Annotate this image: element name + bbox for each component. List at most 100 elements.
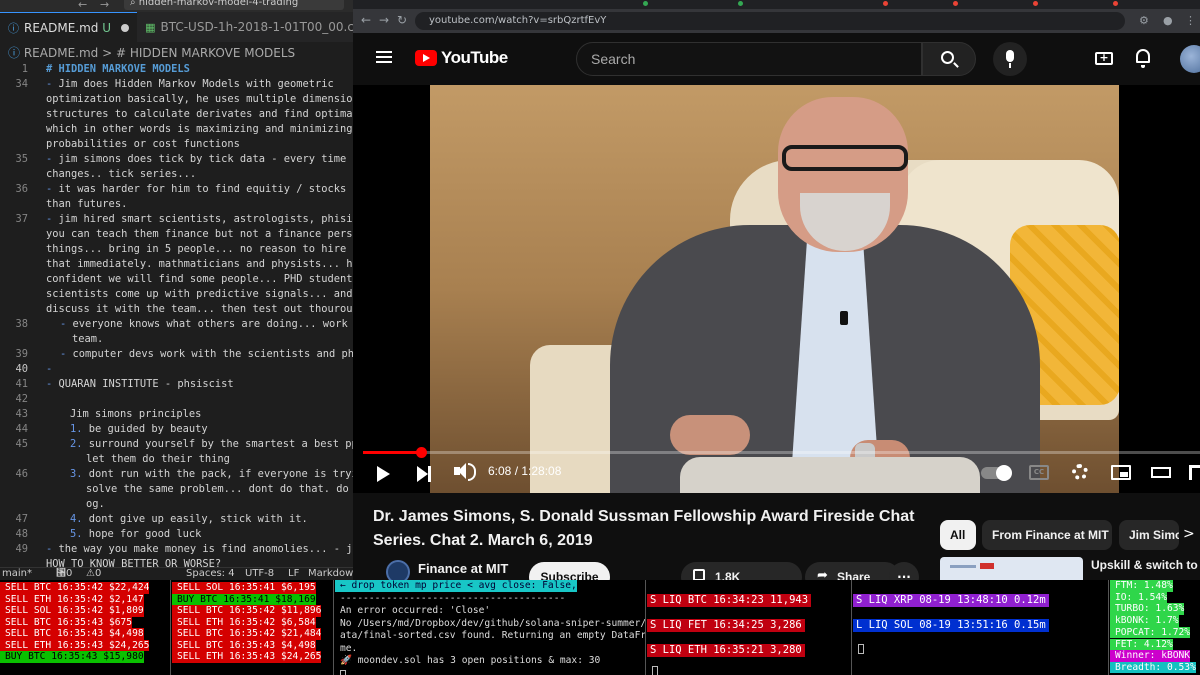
code-line[interactable]: 39 - computer devs work with the scientis…: [0, 347, 353, 362]
code-line[interactable]: you can teach them finance but not a fin…: [0, 227, 353, 242]
line-endings[interactable]: LF: [288, 568, 299, 579]
branch-indicator[interactable]: main*: [2, 568, 32, 579]
code-line[interactable]: than futures.: [0, 197, 353, 212]
code-area[interactable]: 1 # HIDDEN MARKOVE MODELS 34 - Jim does Hid…: [0, 62, 353, 567]
video-player[interactable]: [353, 85, 1200, 493]
code-line[interactable]: 49 - the way you make money is find anomo…: [0, 542, 353, 557]
terminal-breadth[interactable]: FTM: 1.48% IO: 1.54% TURBO: 1.63% kBONK: 1.…: [1110, 580, 1200, 675]
channel-avatar[interactable]: [386, 560, 410, 580]
encoding[interactable]: UTF-8: [245, 568, 274, 579]
next-video-icon[interactable]: [417, 466, 431, 482]
tab-readme[interactable]: ⓘ README.md U: [0, 12, 138, 42]
breadcrumb-heading[interactable]: # HIDDEN MARKOVE MODELS: [116, 46, 295, 60]
terminal-bot-log[interactable]: ← drop token mp price < avg close: False…: [335, 580, 646, 675]
code-line[interactable]: probabilities or cost functions: [0, 137, 353, 152]
code-line[interactable]: things... bring in 5 people... no reason…: [0, 242, 353, 257]
theater-mode-icon[interactable]: [1151, 467, 1171, 478]
like-button[interactable]: 1.8K: [681, 562, 802, 580]
code-line[interactable]: changes.. tick series...: [0, 167, 353, 182]
progress-scrubber[interactable]: [416, 447, 427, 458]
tab-favicon-icon[interactable]: [1113, 1, 1118, 6]
subscribe-button[interactable]: Subscribe: [529, 562, 610, 580]
back-arrow-icon[interactable]: ←: [78, 0, 87, 11]
voice-search-button[interactable]: [993, 42, 1027, 76]
code-line[interactable]: which in other words is maximizing and m…: [0, 122, 353, 137]
create-video-icon[interactable]: +: [1095, 52, 1113, 65]
channel-name[interactable]: Finance at MIT: [418, 561, 508, 576]
code-line[interactable]: HOW TO KNOW BETTER OR WORSE?: [0, 557, 353, 567]
code-line[interactable]: let them do their thing: [0, 452, 353, 467]
code-line[interactable]: discuss it with the team... then test ou…: [0, 302, 353, 317]
more-actions-button[interactable]: ...: [889, 562, 919, 580]
profile-icon[interactable]: ●: [1163, 14, 1173, 27]
code-line[interactable]: scientists come up with predictive signa…: [0, 287, 353, 302]
url-field[interactable]: youtube.com/watch?v=srbQzrtfEvY: [415, 12, 1125, 30]
notifications-bell-icon[interactable]: [1136, 49, 1150, 68]
forward-icon[interactable]: →: [379, 13, 389, 27]
code-line[interactable]: 40 -: [0, 362, 353, 377]
tab-csv[interactable]: ▦ BTC-USD-1h-2018-1-01T00_00.csv: [137, 12, 353, 42]
breadcrumb-file[interactable]: README.md: [24, 46, 98, 60]
volume-icon[interactable]: [454, 463, 476, 481]
terminal-liquidations-1[interactable]: S LIQ BTC 16:34:23 11,943 S LIQ FET 16:34…: [647, 580, 852, 675]
browser-tab-strip[interactable]: [353, 0, 1200, 9]
share-button[interactable]: ➦ Share: [805, 562, 900, 580]
code-line[interactable]: 42: [0, 392, 353, 407]
terminal-liquidations-2[interactable]: S LIQ XRP 08-19 13:48:10 0.12m L LIQ SOL …: [853, 580, 1109, 675]
code-line[interactable]: 37 - jim hired smart scientists, astrolog…: [0, 212, 353, 227]
search-button[interactable]: [922, 42, 976, 76]
code-line[interactable]: 36 - it was harder for him to find equiti…: [0, 182, 353, 197]
code-line[interactable]: 35 - jim simons does tick by tick data - …: [0, 152, 353, 167]
language-mode[interactable]: Markdown: [308, 568, 353, 579]
code-line[interactable]: 47 4. dont give up easily, stick with it.: [0, 512, 353, 527]
code-line[interactable]: that immediately. mathmaticians and phys…: [0, 257, 353, 272]
tab-favicon-icon[interactable]: [643, 1, 648, 6]
code-line[interactable]: solve the same problem... dont do that. …: [0, 482, 353, 497]
forward-arrow-icon[interactable]: →: [100, 0, 109, 11]
hamburger-menu-icon[interactable]: [376, 51, 392, 63]
subtitles-icon[interactable]: CC: [1029, 465, 1049, 480]
indentation[interactable]: Spaces: 4: [186, 568, 235, 579]
code-line[interactable]: og.: [0, 497, 353, 512]
search-input[interactable]: Search: [576, 42, 922, 76]
suggested-video-title[interactable]: Upskill & switch to: [1091, 558, 1200, 572]
code-line[interactable]: 34 - Jim does Hidden Markov Models with g…: [0, 77, 353, 92]
code-line[interactable]: 38 - everyone knows what others are doing…: [0, 317, 353, 332]
warning-count[interactable]: ⚠0: [86, 568, 101, 579]
chip-all[interactable]: All: [940, 520, 976, 550]
code-line[interactable]: 41 - QUARAN INSTITUTE - phsiscist: [0, 377, 353, 392]
video-frame[interactable]: [430, 85, 1119, 493]
youtube-logo-text[interactable]: YouTube: [441, 48, 508, 68]
code-line[interactable]: 44 1. be guided by beauty: [0, 422, 353, 437]
command-center[interactable]: ⌕ hidden-markov-model-4-trading: [124, 0, 344, 10]
progress-bar[interactable]: [363, 451, 1200, 454]
autoplay-toggle[interactable]: [981, 465, 1012, 481]
code-line[interactable]: 45 2. surround yourself by the smartest a…: [0, 437, 353, 452]
code-line[interactable]: team.: [0, 332, 353, 347]
fullscreen-icon[interactable]: [1189, 465, 1200, 480]
code-line[interactable]: structures to calculate derivates and fi…: [0, 107, 353, 122]
suggested-video-thumbnail[interactable]: [940, 557, 1083, 580]
unsaved-dot-icon[interactable]: [121, 23, 130, 32]
error-count[interactable]: ⑘0: [56, 568, 72, 579]
code-line[interactable]: 1 # HIDDEN MARKOVE MODELS: [0, 62, 353, 77]
chrome-menu-icon[interactable]: ⋮: [1185, 14, 1196, 27]
code-line[interactable]: confident we will find some people... PH…: [0, 272, 353, 287]
tab-favicon-icon[interactable]: [883, 1, 888, 6]
tab-favicon-icon[interactable]: [738, 1, 743, 6]
code-line[interactable]: 46 3. dont run with the pack, if everyone…: [0, 467, 353, 482]
chevron-right-icon[interactable]: >: [1183, 526, 1195, 542]
youtube-logo-icon[interactable]: [415, 50, 437, 66]
play-icon[interactable]: [377, 466, 390, 482]
avatar[interactable]: [1180, 45, 1200, 73]
chip-from-finance-at-mit[interactable]: From Finance at MIT: [982, 520, 1112, 550]
miniplayer-icon[interactable]: [1111, 465, 1131, 480]
terminal-trades-2[interactable]: SELL SOL 16:35:41 $6,195 BUY BTC 16:35:41…: [172, 580, 334, 675]
code-line[interactable]: 48 5. hope for good luck: [0, 527, 353, 542]
settings-gear-icon[interactable]: [1072, 464, 1088, 480]
back-icon[interactable]: ←: [361, 13, 371, 27]
tab-favicon-icon[interactable]: [1033, 1, 1038, 6]
code-line[interactable]: optimization basically, he uses multiple…: [0, 92, 353, 107]
extensions-icon[interactable]: ⚙: [1139, 14, 1149, 27]
code-line[interactable]: 43 Jim simons principles: [0, 407, 353, 422]
